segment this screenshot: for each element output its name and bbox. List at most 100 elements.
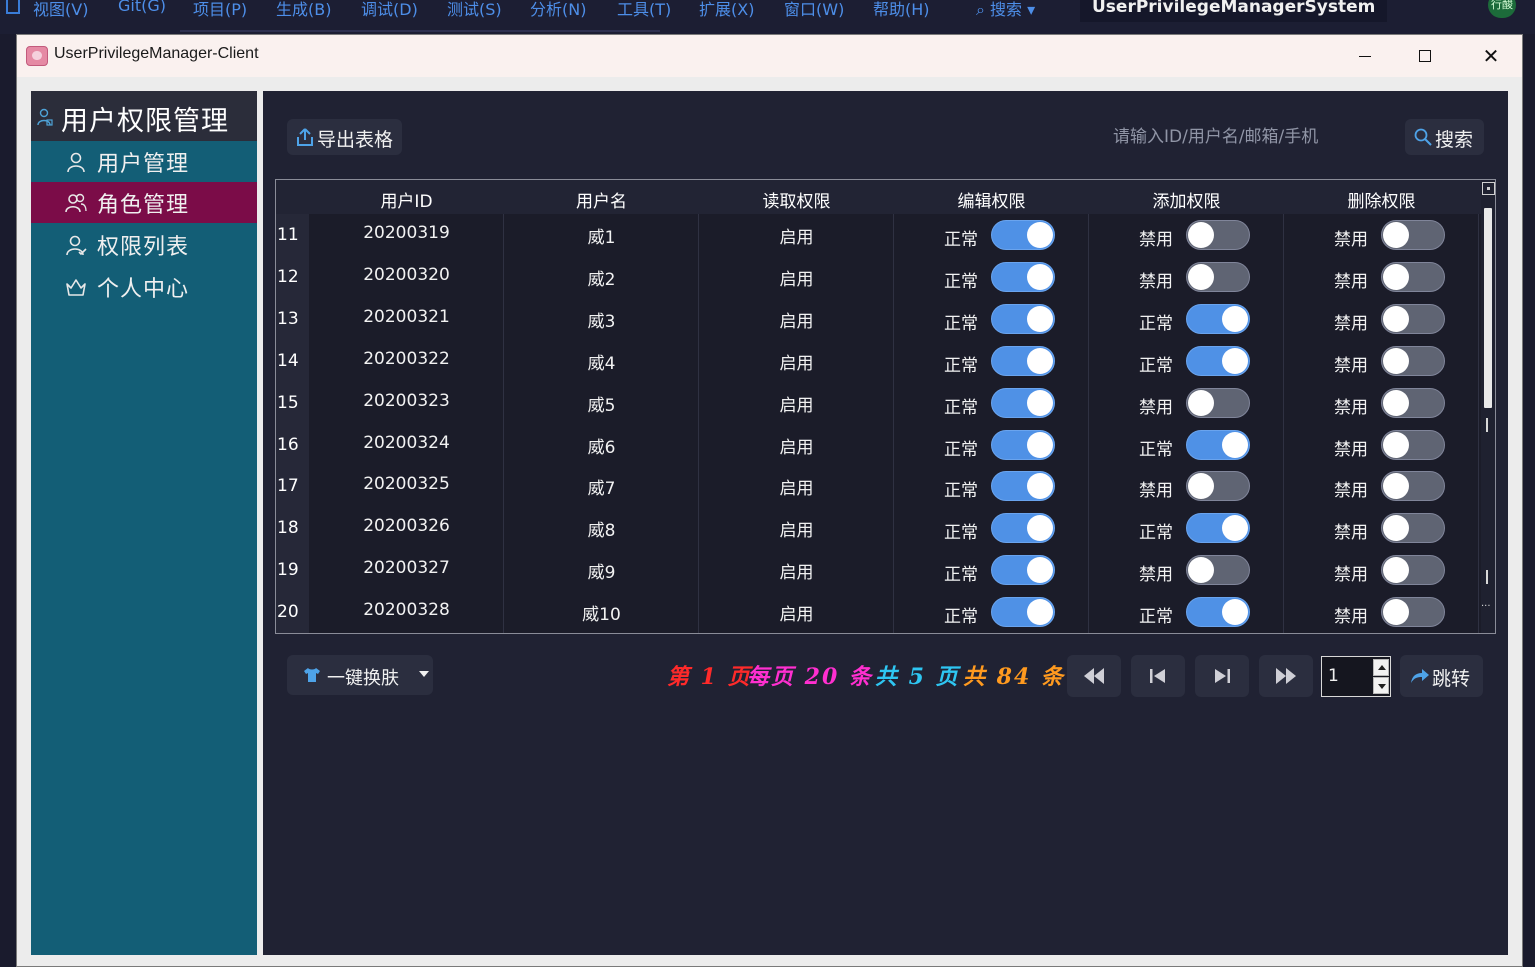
edit-permission-toggle[interactable] (991, 261, 1055, 292)
table-cell[interactable]: 启用 (699, 255, 894, 298)
ide-menu-item[interactable]: Git(G) (118, 0, 166, 15)
minimize-button[interactable] (1335, 39, 1395, 73)
first-page-button[interactable] (1131, 655, 1185, 697)
add-permission-toggle[interactable] (1186, 429, 1250, 460)
table-cell[interactable]: 威4 (504, 339, 699, 382)
toggle-knob[interactable] (1222, 599, 1248, 626)
table-scrollbar-thumb[interactable] (1484, 208, 1492, 408)
table-cell[interactable]: 20200320 (309, 255, 504, 298)
sidebar-item-2[interactable]: 权限列表 (31, 224, 257, 265)
sidebar-item-1[interactable]: 角色管理 (31, 182, 257, 223)
toggle-knob[interactable] (1188, 263, 1214, 290)
table-cell[interactable]: 启用 (699, 339, 894, 382)
delete-permission-toggle[interactable] (1381, 303, 1445, 334)
delete-permission-toggle[interactable] (1381, 387, 1445, 418)
table-scrollbar[interactable]: ... (1481, 198, 1495, 633)
table-cell[interactable]: 20200325 (309, 465, 504, 508)
toggle-knob[interactable] (1027, 347, 1053, 374)
export-table-button[interactable]: 导出表格 (287, 119, 402, 155)
row-header[interactable]: 19 (276, 549, 309, 592)
table-cell[interactable]: 20200328 (309, 591, 504, 633)
ide-menu-item[interactable]: 调试(D) (361, 0, 418, 20)
sidebar-item-0[interactable]: 用户管理 (31, 141, 257, 182)
table-row[interactable]: 14 20200322 威4 启用 正常 正常 禁用 (276, 339, 1481, 382)
close-button[interactable]: ✕ (1461, 39, 1521, 73)
add-permission-toggle[interactable] (1186, 597, 1250, 628)
maximize-button[interactable] (1395, 39, 1455, 73)
add-permission-toggle[interactable] (1186, 471, 1250, 502)
table-cell[interactable]: 威5 (504, 381, 699, 424)
toggle-knob[interactable] (1222, 431, 1248, 458)
toggle-knob[interactable] (1383, 347, 1409, 374)
change-skin-button[interactable]: 一键换肤 (287, 655, 433, 695)
delete-permission-toggle[interactable] (1381, 429, 1445, 460)
table-cell[interactable]: 启用 (699, 381, 894, 424)
spin-down-button[interactable] (1373, 677, 1389, 694)
table-row[interactable]: 12 20200320 威2 启用 正常 禁用 禁用 (276, 255, 1481, 298)
table-row[interactable]: 15 20200323 威5 启用 正常 禁用 禁用 (276, 381, 1481, 424)
row-header[interactable]: 20 (276, 591, 309, 633)
table-row[interactable]: 11 20200319 威1 启用 正常 禁用 禁用 (276, 214, 1481, 256)
column-header[interactable]: 用户ID (309, 187, 504, 212)
toggle-knob[interactable] (1383, 557, 1409, 584)
edit-permission-toggle[interactable] (991, 597, 1055, 628)
toggle-knob[interactable] (1383, 431, 1409, 458)
last-page-button[interactable] (1195, 655, 1249, 697)
toggle-knob[interactable] (1383, 222, 1409, 248)
ide-menu-item[interactable]: 扩展(X) (699, 0, 754, 20)
row-header[interactable]: 13 (276, 297, 309, 340)
ide-search-label[interactable]: 搜索 (990, 0, 1022, 19)
delete-permission-toggle[interactable] (1381, 471, 1445, 502)
add-permission-toggle[interactable] (1186, 387, 1250, 418)
delete-permission-toggle[interactable] (1381, 261, 1445, 292)
edit-permission-toggle[interactable] (991, 303, 1055, 334)
row-header[interactable]: 14 (276, 339, 309, 382)
delete-permission-toggle[interactable] (1381, 597, 1445, 628)
delete-permission-toggle[interactable] (1381, 555, 1445, 586)
table-row[interactable]: 13 20200321 威3 启用 正常 正常 禁用 (276, 297, 1481, 340)
toggle-knob[interactable] (1383, 473, 1409, 500)
table-cell[interactable]: 威6 (504, 423, 699, 466)
toggle-knob[interactable] (1027, 431, 1053, 458)
table-cell[interactable]: 20200319 (309, 214, 504, 256)
row-header[interactable]: 18 (276, 507, 309, 550)
ide-menu-item[interactable]: 项目(P) (193, 0, 247, 20)
edit-permission-toggle[interactable] (991, 429, 1055, 460)
table-cell[interactable]: 启用 (699, 423, 894, 466)
table-cell[interactable]: 20200322 (309, 339, 504, 382)
toggle-knob[interactable] (1027, 389, 1053, 416)
ide-account-badge[interactable]: 行酸 (1488, 0, 1516, 18)
add-permission-toggle[interactable] (1186, 261, 1250, 292)
add-permission-toggle[interactable] (1186, 220, 1250, 250)
table-cell[interactable]: 20200324 (309, 423, 504, 466)
sidebar-item-3[interactable]: 个人中心 (31, 266, 257, 307)
column-header[interactable]: 编辑权限 (894, 187, 1089, 212)
fast-backward-button[interactable] (1067, 655, 1121, 697)
ide-menu-item[interactable]: 分析(N) (530, 0, 586, 20)
ide-menu-item[interactable]: 生成(B) (276, 0, 331, 20)
row-header[interactable]: 17 (276, 465, 309, 508)
table-cell[interactable]: 启用 (699, 507, 894, 550)
row-header[interactable]: 12 (276, 255, 309, 298)
table-row[interactable]: 19 20200327 威9 启用 正常 禁用 禁用 (276, 549, 1481, 592)
table-row[interactable]: 16 20200324 威6 启用 正常 正常 禁用 (276, 423, 1481, 466)
table-cell[interactable]: 启用 (699, 465, 894, 508)
toggle-knob[interactable] (1027, 263, 1053, 290)
edit-permission-toggle[interactable] (991, 471, 1055, 502)
table-cell[interactable]: 20200327 (309, 549, 504, 592)
table-cell[interactable]: 威1 (504, 214, 699, 256)
edit-permission-toggle[interactable] (991, 220, 1055, 250)
column-header[interactable]: 删除权限 (1284, 187, 1479, 212)
toggle-knob[interactable] (1027, 599, 1053, 626)
table-cell[interactable]: 20200326 (309, 507, 504, 550)
column-header[interactable]: 添加权限 (1089, 187, 1284, 212)
toggle-knob[interactable] (1188, 557, 1214, 584)
toggle-knob[interactable] (1383, 389, 1409, 416)
table-cell[interactable]: 启用 (699, 214, 894, 256)
table-cell[interactable]: 启用 (699, 591, 894, 633)
toggle-knob[interactable] (1027, 515, 1053, 542)
toggle-knob[interactable] (1027, 557, 1053, 584)
toggle-knob[interactable] (1222, 347, 1248, 374)
page-number-spinbox[interactable]: 1 (1321, 656, 1391, 697)
page-number-value[interactable]: 1 (1328, 666, 1339, 686)
